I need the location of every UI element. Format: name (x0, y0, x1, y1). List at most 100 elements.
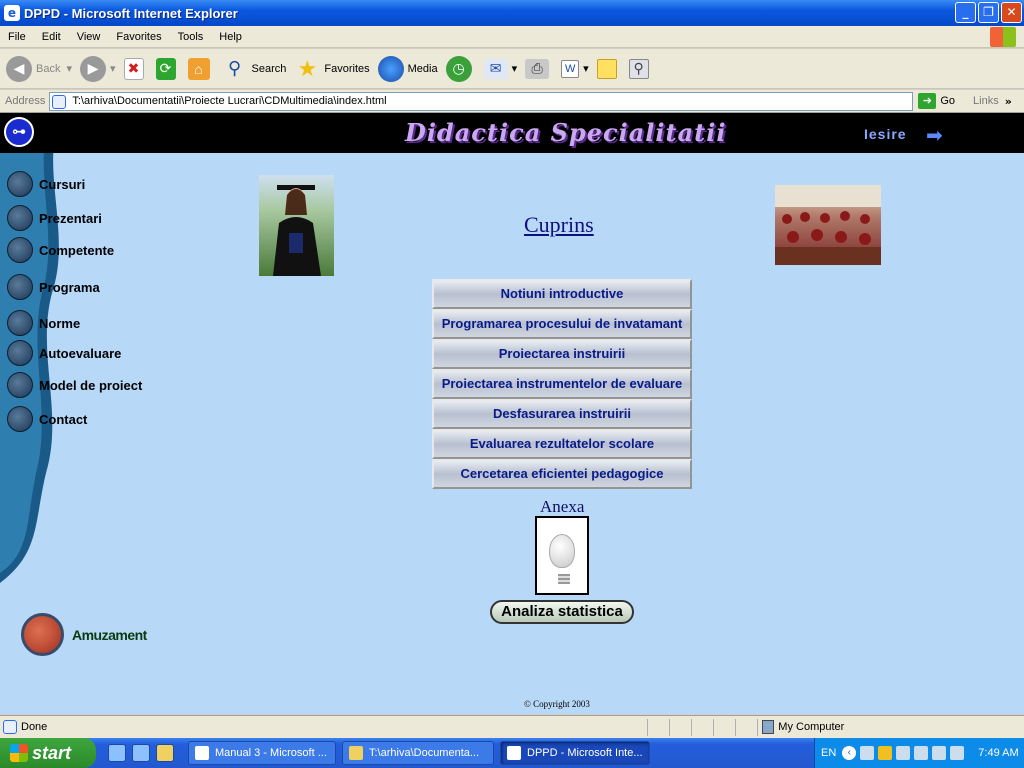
task-label: DPPD - Microsoft Inte... (527, 747, 643, 759)
quicklaunch-folder-icon[interactable] (156, 744, 174, 762)
media-globe-icon (377, 55, 404, 82)
security-zone: My Computer (778, 721, 845, 733)
address-input[interactable]: T:\arhiva\Documentatii\Proiecte Lucrari\… (49, 91, 914, 111)
research-icon: ⚲ (628, 58, 649, 79)
tray-printer-icon[interactable] (950, 746, 965, 760)
menu-tools[interactable]: Tools (170, 31, 212, 43)
task-word[interactable]: Manual 3 - Microsoft ... (188, 741, 336, 765)
home-button[interactable]: ⌂ (187, 57, 214, 80)
edit-button[interactable]: W ▾ (561, 59, 589, 78)
tray-network-icon[interactable] (860, 746, 875, 760)
printer-icon: ⎙ (525, 58, 550, 79)
nav-bullet-icon (7, 406, 33, 432)
mail-button[interactable]: ✉ ▾ (483, 58, 518, 79)
nav-contact[interactable]: Contact (7, 406, 87, 432)
chapter-button[interactable]: Proiectarea instruirii (432, 339, 692, 369)
tray-expand-icon[interactable]: ‹ (842, 746, 857, 760)
go-button[interactable]: ➜ Go (918, 93, 955, 109)
nav-model-de-proiect[interactable]: Model de proiect (7, 372, 142, 398)
mail-dropdown-icon[interactable]: ▾ (512, 62, 518, 75)
graduate-photo (259, 175, 334, 276)
home-icon: ⌂ (187, 57, 210, 80)
back-dropdown-icon[interactable]: ▾ (66, 62, 72, 75)
forward-dropdown-icon[interactable]: ▾ (110, 62, 116, 75)
maximize-button[interactable]: ❐ (978, 2, 999, 23)
search-button[interactable]: ⚲ Search (222, 56, 286, 82)
exit-arrow-icon[interactable]: ➡ (926, 123, 946, 147)
amuzament-label: Amuzament (72, 626, 147, 643)
menu-help[interactable]: Help (211, 31, 250, 43)
ie-icon: e (4, 5, 20, 21)
chapter-button[interactable]: Cercetarea eficientei pedagogice (432, 459, 692, 489)
start-button[interactable]: start (0, 738, 96, 768)
lightbulb-icon[interactable] (535, 516, 589, 595)
tray-app-icon[interactable] (896, 746, 911, 760)
site-banner: Didactica Specialitatii (405, 118, 727, 147)
tray-alert-icon[interactable] (878, 746, 893, 760)
menu-favorites[interactable]: Favorites (108, 31, 169, 43)
nav-label: Model de proiect (39, 377, 143, 393)
nav-programa[interactable]: Programa (7, 274, 100, 300)
quicklaunch-browser-icon[interactable] (132, 744, 150, 762)
nav-bullet-icon (7, 171, 33, 197)
edit-dropdown-icon[interactable]: ▾ (583, 62, 589, 75)
status-bar: Done My Computer (0, 715, 1024, 738)
nav-norme[interactable]: Norme (7, 310, 80, 336)
amuzament-link[interactable]: Amuzament (21, 613, 147, 656)
refresh-icon: ⟳ (155, 57, 176, 80)
ie-icon (507, 746, 521, 760)
go-label: Go (940, 95, 956, 107)
research-button[interactable]: ⚲ (628, 58, 653, 79)
stop-button[interactable]: ✖ (123, 57, 148, 80)
go-arrow-icon: ➜ (918, 93, 937, 109)
links-chevron-icon[interactable]: » (1005, 95, 1012, 108)
back-button[interactable]: ◀ Back ▾ (6, 55, 72, 82)
refresh-button[interactable]: ⟳ (155, 57, 180, 80)
cuprins-heading[interactable]: Cuprins (524, 212, 594, 238)
forward-arrow-icon: ▶ (80, 55, 106, 82)
address-bar: Address T:\arhiva\Documentatii\Proiecte … (0, 90, 1024, 113)
menu-file[interactable]: File (0, 31, 34, 43)
nav-label: Prezentari (39, 210, 102, 226)
favorites-button[interactable]: ★ Favorites (294, 56, 370, 82)
task-label: T:\arhiva\Documenta... (369, 747, 480, 759)
language-indicator[interactable]: EN (821, 747, 836, 759)
media-button[interactable]: Media (377, 55, 438, 82)
nav-cursuri[interactable]: Cursuri (7, 171, 85, 197)
print-button[interactable]: ⎙ (525, 58, 553, 79)
nav-competente[interactable]: Competente (7, 237, 114, 263)
chapter-button[interactable]: Desfasurarea instruirii (432, 399, 692, 429)
clock[interactable]: 7:49 AM (978, 747, 1018, 759)
window-title-bar[interactable]: e DPPD - Microsoft Internet Explorer _ ❐… (0, 0, 1024, 26)
minimize-button[interactable]: _ (955, 2, 976, 23)
exit-link[interactable]: Iesire (864, 126, 907, 142)
task-explorer[interactable]: T:\arhiva\Documenta... (342, 741, 494, 765)
close-button[interactable]: ✕ (1001, 2, 1022, 23)
favorites-label: Favorites (324, 62, 370, 75)
quicklaunch-ie-icon[interactable] (108, 744, 126, 762)
tray-sound-icon[interactable] (932, 746, 947, 760)
chapter-button[interactable]: Programarea procesului de invatamant (432, 309, 692, 339)
nav-prezentari[interactable]: Prezentari (7, 205, 102, 231)
window-title: DPPD - Microsoft Internet Explorer (24, 5, 238, 21)
task-ie[interactable]: DPPD - Microsoft Inte... (500, 741, 650, 765)
nav-autoevaluare[interactable]: Autoevaluare (7, 340, 121, 366)
chapter-button[interactable]: Proiectarea instrumentelor de evaluare (432, 369, 692, 399)
menu-view[interactable]: View (69, 31, 109, 43)
key-icon[interactable]: ⊶ (4, 117, 34, 147)
nav-bullet-icon (7, 340, 33, 366)
chapter-button[interactable]: Evaluarea rezultatelor scolare (432, 429, 692, 459)
back-arrow-icon: ◀ (6, 55, 32, 82)
discuss-button[interactable] (596, 58, 621, 79)
menu-edit[interactable]: Edit (34, 31, 69, 43)
address-label: Address (5, 95, 46, 107)
links-toolbar[interactable]: Links (973, 95, 999, 107)
history-button[interactable]: ◷ (445, 55, 476, 82)
task-label: Manual 3 - Microsoft ... (215, 747, 327, 759)
statistical-analysis-button[interactable]: Analiza statistica (490, 600, 634, 624)
forward-button[interactable]: ▶ ▾ (80, 55, 116, 82)
tray-tool-icon[interactable] (914, 746, 929, 760)
history-icon: ◷ (445, 55, 472, 82)
chapter-button[interactable]: Notiuni introductive (432, 279, 692, 309)
nav-label: Cursuri (39, 176, 86, 192)
